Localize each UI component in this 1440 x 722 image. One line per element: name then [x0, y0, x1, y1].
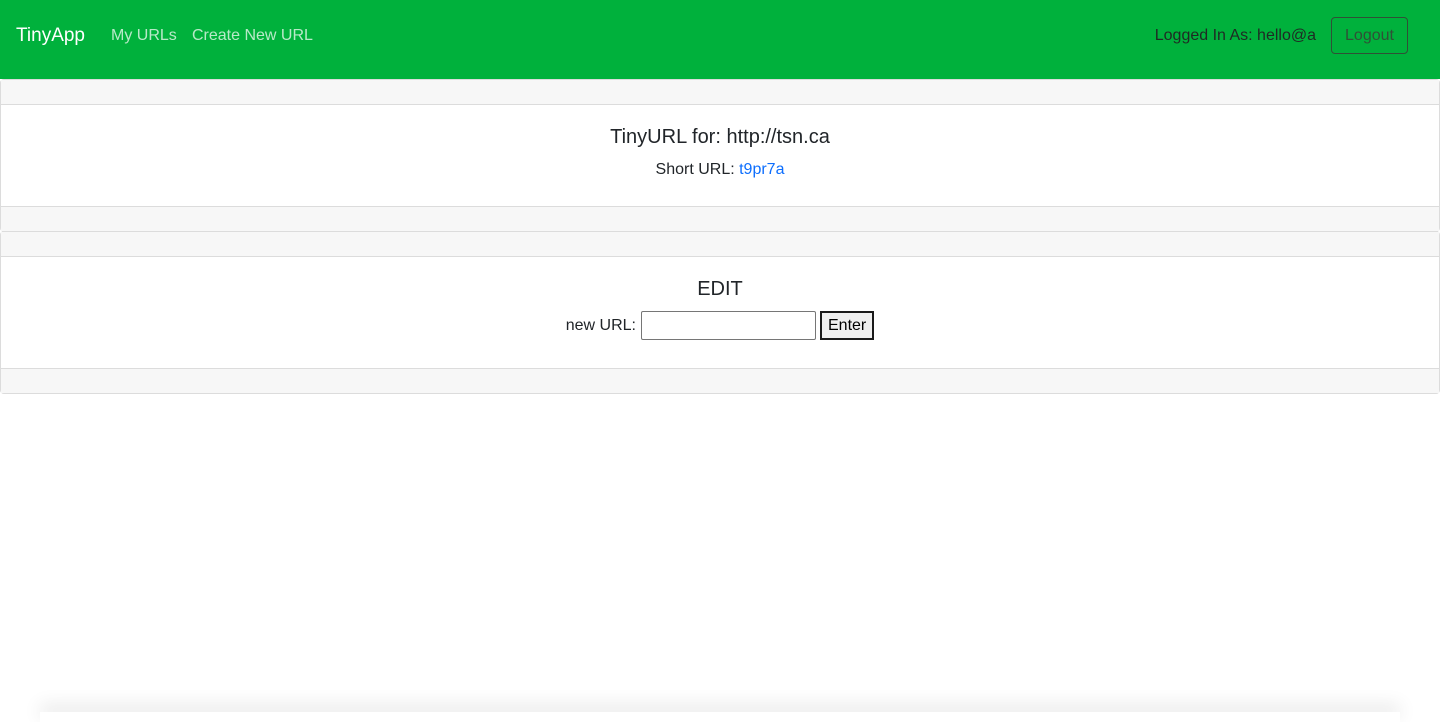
card-header: [1, 80, 1439, 105]
card-footer: [1, 206, 1439, 231]
tinyurl-title: TinyURL for: http://tsn.ca: [610, 126, 830, 148]
short-url-link[interactable]: t9pr7a: [739, 161, 784, 178]
short-url-line: Short URL: t9pr7a: [1, 160, 1439, 180]
new-url-input[interactable]: [641, 311, 816, 340]
nav-link-create-new-url[interactable]: Create New URL: [192, 26, 313, 46]
card-body: TinyURL for: http://tsn.ca Short URL: t9…: [1, 105, 1439, 206]
card-footer: [1, 368, 1439, 393]
edit-card: EDIT new URL: Enter: [0, 231, 1440, 394]
new-url-label: new URL:: [565, 316, 636, 334]
bottom-shadow: [40, 712, 1400, 722]
top-navbar: TinyApp My URLs Create New URL Logged In…: [0, 0, 1440, 79]
enter-button[interactable]: Enter: [820, 311, 875, 340]
short-url-label: Short URL:: [655, 161, 740, 178]
logout-button[interactable]: Logout: [1331, 17, 1408, 54]
logged-in-status: Logged In As: hello@a: [1154, 27, 1316, 44]
brand-link[interactable]: TinyApp: [16, 24, 85, 48]
edit-title: EDIT: [697, 278, 743, 300]
tinyurl-card: TinyURL for: http://tsn.ca Short URL: t9…: [0, 79, 1440, 232]
card-header: [1, 232, 1439, 257]
card-body: EDIT new URL: Enter: [1, 257, 1439, 368]
nav-link-my-urls[interactable]: My URLs: [111, 26, 177, 46]
edit-url-form: new URL: Enter: [566, 311, 875, 340]
